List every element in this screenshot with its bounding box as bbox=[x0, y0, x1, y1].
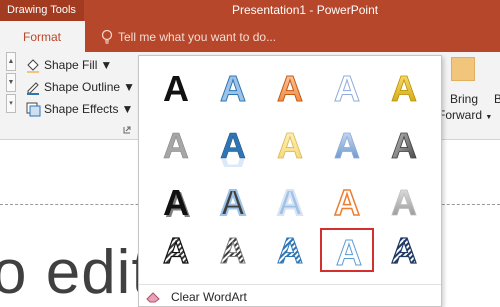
svg-text:A: A bbox=[220, 150, 246, 167]
svg-text:A: A bbox=[220, 68, 246, 109]
wordart-style-blue-reflection[interactable]: AA bbox=[206, 123, 260, 167]
wordart-style-blue-soft[interactable]: A bbox=[320, 123, 374, 167]
wordart-style-gray-pattern[interactable]: A bbox=[206, 228, 260, 272]
wordart-style-gray-bevel[interactable]: A bbox=[377, 180, 431, 224]
window-title: Presentation1 - PowerPoint bbox=[232, 3, 379, 17]
wordart-preview-glyph: A bbox=[391, 68, 418, 110]
send-backward-partial-label: B bbox=[494, 92, 500, 106]
svg-text:A: A bbox=[277, 68, 303, 109]
wordart-style-black-shadow[interactable]: AA bbox=[149, 180, 203, 224]
wordart-preview-glyph: A bbox=[391, 125, 418, 167]
svg-text:A: A bbox=[277, 125, 303, 166]
clear-wordart-button[interactable]: Clear WordArt bbox=[145, 288, 247, 306]
drawing-tools-context: Drawing Tools bbox=[0, 0, 84, 21]
pencil-icon bbox=[27, 82, 39, 95]
wordart-preview-glyph: A bbox=[391, 182, 418, 224]
wordart-preview-glyph: A bbox=[219, 181, 247, 224]
shape-fill-button[interactable]: Shape Fill ▼ bbox=[25, 55, 112, 75]
svg-text:A: A bbox=[163, 182, 189, 223]
wordart-preview-glyph: A bbox=[333, 181, 361, 224]
wordart-style-yellow-gradient[interactable]: A bbox=[263, 123, 317, 167]
wordart-style-gray-fill[interactable]: A bbox=[149, 123, 203, 167]
wordart-style-black-fill[interactable]: A bbox=[149, 66, 203, 110]
svg-text:A: A bbox=[163, 68, 189, 109]
wordart-preview-glyph: A bbox=[276, 181, 304, 224]
chevron-down-icon: ▼ bbox=[123, 80, 135, 94]
wordart-preview-glyph: A bbox=[390, 229, 417, 271]
wordart-preview-glyph: AA bbox=[220, 125, 247, 167]
context-tab-label: Drawing Tools bbox=[7, 4, 76, 16]
dialog-launcher-icon[interactable] bbox=[123, 126, 131, 134]
wordart-preview-glyph: A bbox=[163, 125, 190, 167]
svg-text:A: A bbox=[277, 182, 303, 223]
shape-outline-button[interactable]: Shape Outline ▼ bbox=[25, 77, 135, 97]
bring-forward-icon bbox=[451, 57, 475, 81]
svg-text:A: A bbox=[391, 230, 417, 271]
svg-text:A: A bbox=[220, 230, 246, 271]
shape-style-scroller[interactable]: ▲ ▼ ▾ bbox=[6, 52, 16, 122]
tell-me-search[interactable]: Tell me what you want to do... bbox=[100, 28, 276, 46]
tab-format[interactable]: Format bbox=[0, 21, 85, 52]
wordart-preview-glyph: A bbox=[220, 230, 247, 272]
wordart-preview-glyph: A bbox=[334, 68, 361, 110]
svg-text:A: A bbox=[334, 182, 360, 223]
wordart-preview-glyph: A bbox=[334, 125, 361, 167]
wordart-style-light-outline[interactable]: A bbox=[320, 66, 374, 110]
wordart-style-black-pattern[interactable]: A bbox=[149, 228, 203, 272]
svg-text:A: A bbox=[163, 230, 189, 271]
wordart-preview-glyph: A bbox=[220, 68, 247, 110]
wordart-preview-glyph: A bbox=[336, 232, 363, 274]
wordart-style-blue-stripes[interactable]: A bbox=[263, 228, 317, 272]
shape-effects-button[interactable]: Shape Effects ▼ bbox=[25, 99, 133, 119]
svg-text:A: A bbox=[391, 182, 417, 223]
wordart-style-gallery: A A A A A A A A A A A A A A A A A A A A … bbox=[138, 55, 442, 307]
wordart-style-dark-blue-pattern[interactable]: A bbox=[377, 228, 431, 272]
wordart-preview-glyph: A bbox=[277, 230, 304, 272]
svg-text:A: A bbox=[336, 232, 362, 273]
clear-wordart-label: Clear WordArt bbox=[171, 290, 247, 304]
gallery-separator bbox=[139, 284, 441, 285]
shape-effects-icon bbox=[26, 102, 41, 117]
wordart-style-orange-gradient[interactable]: A bbox=[263, 66, 317, 110]
lightbulb-icon bbox=[101, 29, 113, 44]
more-icon[interactable]: ▾ bbox=[6, 94, 16, 113]
wordart-preview-glyph: A bbox=[163, 68, 189, 109]
wordart-style-blue-outline[interactable]: A bbox=[206, 66, 260, 110]
wordart-style-gold-gradient[interactable]: A bbox=[377, 66, 431, 110]
svg-text:A: A bbox=[163, 125, 189, 166]
wordart-style-blue-glow[interactable]: A bbox=[263, 180, 317, 224]
wordart-preview-glyph: A bbox=[162, 229, 189, 271]
svg-text:A: A bbox=[277, 230, 303, 271]
tell-me-placeholder: Tell me what you want to do... bbox=[118, 30, 277, 44]
svg-text:A: A bbox=[391, 68, 417, 109]
bring-forward-button[interactable]: Bring Forward ▼ B bbox=[438, 52, 500, 139]
shape-outline-label: Shape Outline bbox=[44, 80, 121, 94]
svg-text:A: A bbox=[334, 68, 360, 109]
wordart-style-dark-bevel[interactable]: A bbox=[377, 123, 431, 167]
wordart-style-orange-outline[interactable]: A bbox=[320, 180, 374, 224]
wordart-preview-glyph: AA bbox=[163, 182, 191, 224]
wordart-preview-glyph: A bbox=[277, 125, 304, 167]
svg-text:A: A bbox=[334, 125, 360, 166]
scroll-up-icon[interactable]: ▲ bbox=[6, 52, 16, 71]
eraser-icon bbox=[146, 292, 160, 303]
chevron-down-icon: ▼ bbox=[100, 58, 113, 72]
tab-format-label: Format bbox=[23, 30, 62, 44]
scroll-down-icon[interactable]: ▼ bbox=[6, 73, 16, 92]
chevron-down-icon: ▼ bbox=[121, 102, 134, 116]
paint-bucket-icon bbox=[27, 59, 39, 73]
wordart-style-dark-glow[interactable]: A bbox=[206, 180, 260, 224]
wordart-style-blue-pattern-outline[interactable]: A bbox=[320, 228, 374, 274]
shape-fill-label: Shape Fill bbox=[44, 58, 98, 72]
svg-text:A: A bbox=[220, 182, 246, 223]
svg-text:A: A bbox=[391, 125, 417, 166]
wordart-preview-glyph: A bbox=[277, 68, 304, 110]
bring-forward-label-line1: Bring bbox=[450, 92, 479, 106]
shape-effects-label: Shape Effects bbox=[44, 102, 119, 116]
bring-forward-label-line2: Forward ▼ bbox=[438, 108, 493, 122]
